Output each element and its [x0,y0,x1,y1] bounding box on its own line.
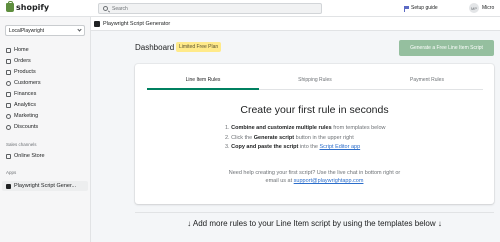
analytics-icon [6,102,11,108]
tab-line-item-rules[interactable]: Line Item Rules [147,70,259,90]
sidebar-item-discounts[interactable]: Discounts [0,122,91,132]
help-text-prefix: email us at [265,178,294,184]
store-selector[interactable]: LocalPlaywright [5,25,85,36]
step-number: 3. [225,144,230,150]
top-bar: shopify Search Setup guide MP Micro [0,0,500,17]
sidebar-item-label: Home [14,47,29,53]
app-header: Playwright Script Generator [91,17,500,31]
support-email-link[interactable]: support@playwrightapp.com [294,178,364,184]
setup-guide-label: Setup guide [411,5,438,11]
templates-heading: ↓ Add more rules to your Line Item scrip… [187,219,442,228]
avatar: MP [469,3,479,13]
sidebar-item-label: Discounts [14,124,39,130]
app-icon [94,20,100,27]
empty-state-heading: Create your first rule in seconds [240,104,389,116]
tab-shipping-rules[interactable]: Shipping Rules [259,70,371,89]
finances-icon [6,91,11,97]
search-input[interactable]: Search [98,3,322,14]
step-bold: Combine and customize multiple rules [231,125,332,131]
sidebar-item-label: Customers [14,80,41,86]
help-text: Need help creating your first script? Us… [135,169,494,185]
help-line: email us at support@playwrightapp.com [135,177,494,185]
step-text: from templates below [331,125,386,131]
step-item: 1. Combine and customize multiple rules … [225,124,385,134]
user-name: Micro [482,5,495,11]
discounts-icon [6,124,11,130]
sidebar-item-label: Orders [14,58,31,64]
apps-heading: Apps [6,170,17,175]
sidebar-item-label: Products [14,69,36,75]
logo-text: shopify [16,3,50,12]
sidebar-item-orders[interactable]: Orders [0,56,91,66]
rules-card: Line Item Rules Shipping Rules Payment R… [135,64,494,204]
sidebar-item-label: Analytics [14,102,37,108]
sales-channels-heading: Sales channels [6,142,37,147]
search-icon [103,6,108,11]
app-icon [6,183,11,189]
step-item: 3. Copy and paste the script into the Sc… [225,143,385,153]
sidebar-item-playwright-app[interactable]: Playwright Script Gener... [2,181,88,191]
app-title: Playwright Script Generator [103,20,171,27]
step-number: 1. [225,125,230,131]
sidebar: LocalPlaywright Home Orders Products Cus… [0,17,91,242]
store-icon [6,153,11,159]
step-text: button in the upper right [294,134,354,141]
shopify-logo[interactable]: shopify [6,1,50,12]
orders-icon [6,58,11,64]
step-text: Click the [231,134,254,141]
chevron-down-icon [77,27,82,32]
plan-badge: Limited Free Plan [176,42,222,52]
step-text: into the [298,144,320,150]
customers-icon [6,80,11,86]
sidebar-item-label: Online Store [14,153,45,159]
divider [135,212,494,213]
step-bold: Generate script [253,134,295,141]
steps-list: 1. Combine and customize multiple rules … [225,124,385,153]
sidebar-item-analytics[interactable]: Analytics [0,100,91,110]
home-icon [6,47,11,53]
marketing-icon [6,113,11,119]
sidebar-item-online-store[interactable]: Online Store [0,151,91,161]
store-name: LocalPlaywright [9,27,45,34]
sidebar-item-home[interactable]: Home [0,45,91,55]
generate-script-button[interactable]: Generate a Free Line Item Script [399,40,494,56]
search-placeholder: Search [112,5,128,12]
setup-guide-button[interactable]: Setup guide [404,5,438,12]
sidebar-item-finances[interactable]: Finances [0,89,91,99]
step-bold: Copy and paste the script [231,144,299,150]
rule-tabs: Line Item Rules Shipping Rules Payment R… [147,70,483,90]
step-item: 2. Click the Generate script button in t… [225,134,385,144]
step-number: 2. [225,134,230,141]
sidebar-item-label: Playwright Script Gener... [14,183,77,189]
flag-icon [404,5,409,12]
tab-payment-rules[interactable]: Payment Rules [371,70,483,89]
sidebar-item-marketing[interactable]: Marketing [0,111,91,121]
sidebar-item-customers[interactable]: Customers [0,78,91,88]
products-icon [6,69,11,75]
user-menu[interactable]: MP Micro [469,3,494,13]
help-line: Need help creating your first script? Us… [228,170,401,176]
shopify-bag-icon [6,1,14,12]
sidebar-item-label: Finances [14,91,37,97]
sidebar-item-products[interactable]: Products [0,67,91,77]
script-editor-link[interactable]: Script Editor app [319,144,360,150]
page-title: Dashboard [135,43,175,52]
sidebar-item-label: Marketing [14,113,39,119]
